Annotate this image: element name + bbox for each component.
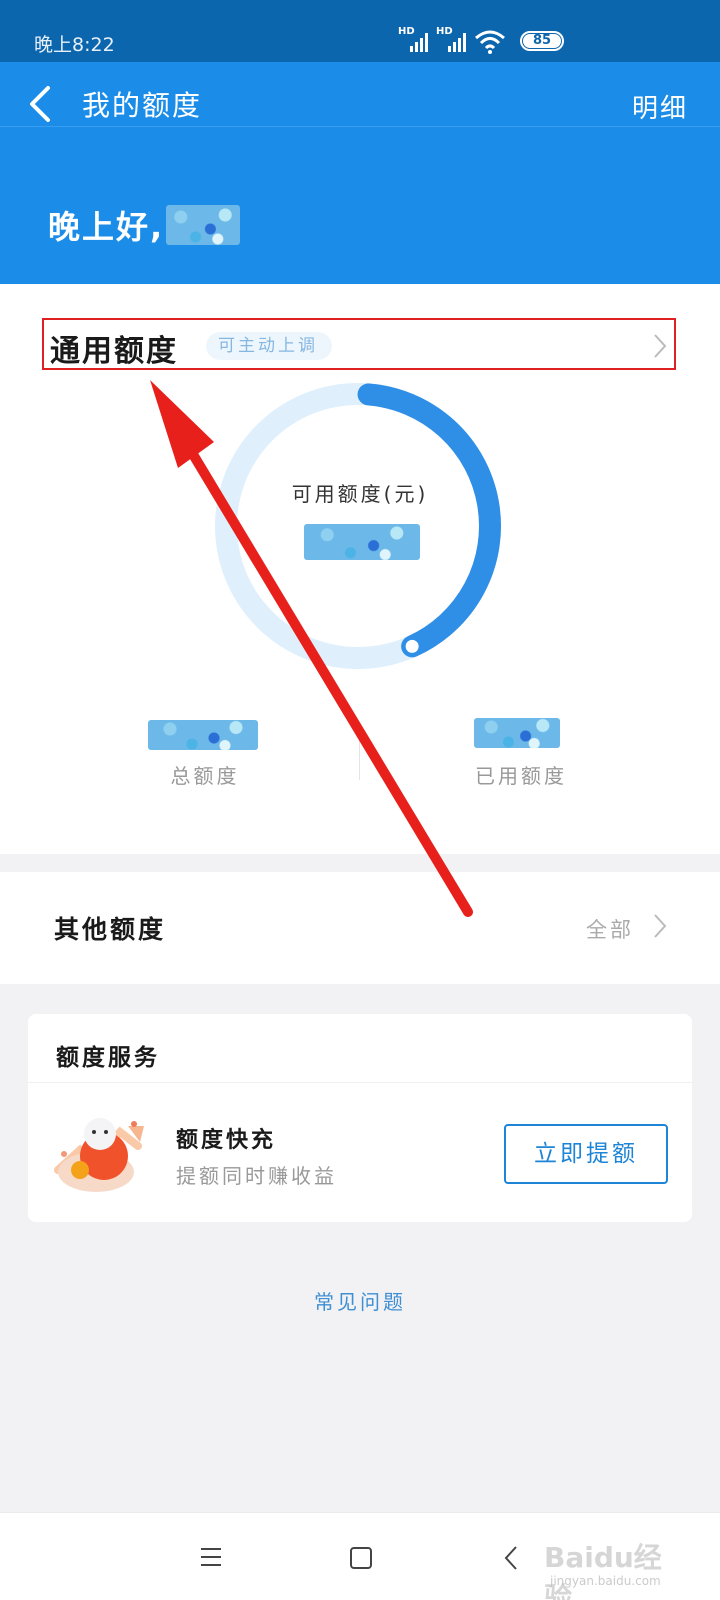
other-quota-all-link[interactable]: 全部 (586, 914, 634, 944)
back-button[interactable] (26, 84, 56, 124)
greeting: 晚上好, (48, 202, 241, 248)
chevron-right-icon (654, 334, 667, 358)
stat-divider (359, 724, 360, 780)
home-icon[interactable] (350, 1547, 372, 1569)
watermark-sub: jingyan.baidu.com (550, 1574, 661, 1588)
battery-icon: 85 (520, 31, 564, 51)
quota-service-card: 额度服务 额度快充 提额同时赚收益 立即提额 (28, 1014, 692, 1222)
general-quota-title: 通用额度 (50, 334, 178, 369)
watermark-main: Baidu经验 (544, 1541, 662, 1600)
watermark: Baidu经验 jingyan.baidu.com (544, 1512, 684, 1600)
back-icon[interactable] (504, 1545, 518, 1571)
chevron-right-icon (654, 914, 667, 938)
available-quota-label: 可用额度(元) (291, 482, 429, 506)
quick-boost-desc: 提额同时赚收益 (176, 1164, 337, 1188)
header-divider (0, 126, 720, 127)
username-mosaic (166, 205, 241, 245)
page-title: 我的额度 (82, 89, 203, 122)
available-quota-value-mosaic (304, 524, 420, 560)
faq-link[interactable]: 常见问题 (0, 1286, 720, 1315)
used-quota-label: 已用额度 (475, 764, 567, 788)
signal-icon: HD (436, 26, 466, 54)
service-section-title: 额度服务 (56, 1045, 160, 1071)
status-bar: 晚上8:22 HD HD 85 (0, 0, 720, 62)
used-quota-value-mosaic (474, 718, 560, 748)
detail-link[interactable]: 明细 (632, 88, 688, 125)
menu-icon[interactable] (200, 1547, 222, 1567)
quick-boost-title: 额度快充 (176, 1128, 277, 1153)
battery-level: 85 (523, 34, 561, 48)
service-divider (28, 1082, 692, 1083)
boost-now-button[interactable]: 立即提额 (504, 1124, 668, 1184)
total-quota-label: 总额度 (170, 764, 240, 788)
signal-icon: HD (398, 26, 428, 54)
wifi-icon (475, 30, 505, 54)
general-quota-row[interactable]: 通用额度 可主动上调 (42, 318, 676, 370)
other-quota-row[interactable]: 其他额度 全部 (0, 872, 720, 984)
status-time: 晚上8:22 (34, 34, 115, 56)
ring-progress-knob (402, 636, 422, 656)
mascot-image (54, 1118, 144, 1192)
other-quota-title: 其他额度 (54, 915, 167, 944)
total-quota-value-mosaic (148, 720, 258, 750)
page-header: 我的额度 明细 晚上好, (0, 62, 720, 284)
adjustable-tag: 可主动上调 (206, 332, 332, 360)
general-quota-card: 通用额度 可主动上调 可用额度(元) 总额度 已用额度 (0, 284, 720, 854)
ring-progress-arc (357, 383, 501, 658)
greeting-text: 晚上好, (48, 208, 165, 246)
status-icons: HD HD 85 (398, 26, 564, 54)
